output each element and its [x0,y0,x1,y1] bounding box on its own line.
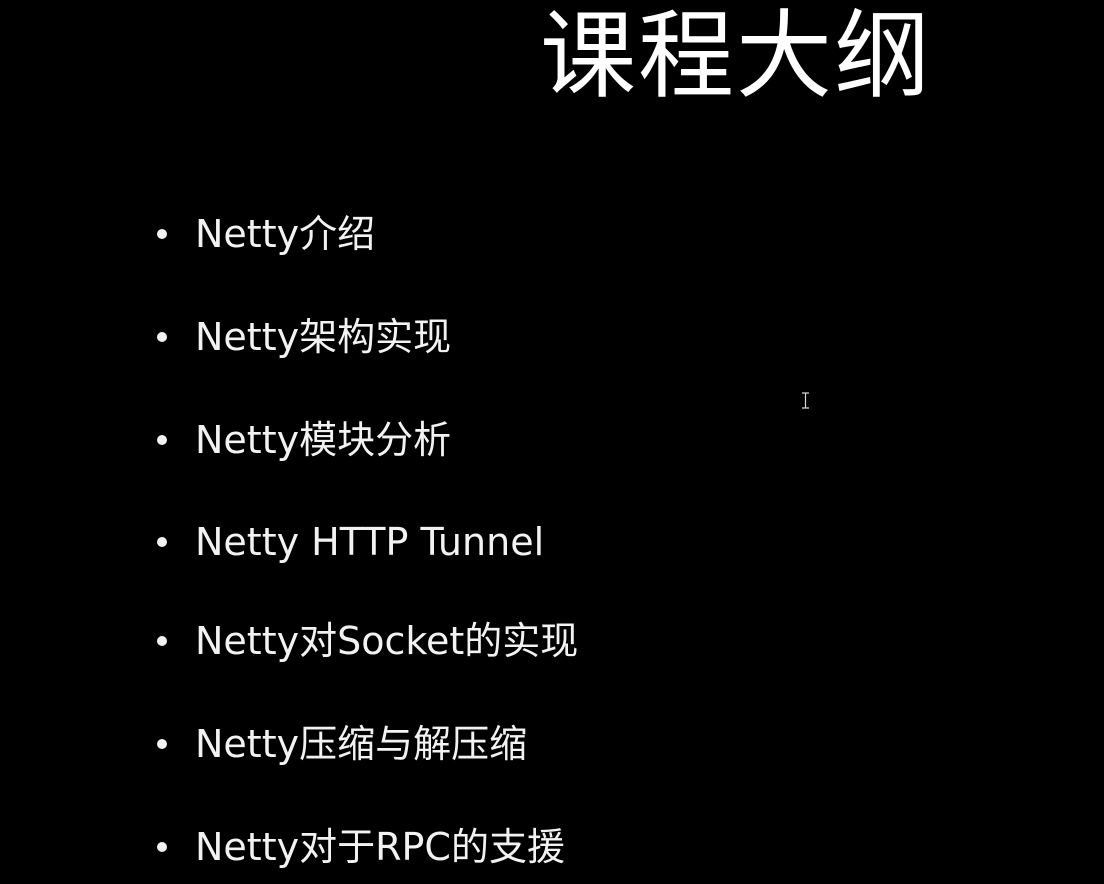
bullet-dot-icon [157,739,167,749]
bullet-text: Netty架构实现 [195,315,452,359]
bullet-dot-icon [157,435,167,445]
bullet-text: Netty对于RPC的支援 [195,825,565,869]
bullet-text: Netty对Socket的实现 [195,619,579,663]
text-cursor-icon [801,392,810,409]
bullet-item: Netty对于RPC的支援 [150,822,565,872]
bullet-item: Netty HTTP Tunnel [150,517,544,567]
bullet-dot-icon [157,332,167,342]
bullet-text: Netty压缩与解压缩 [195,722,528,766]
bullet-item: Netty架构实现 [150,312,451,362]
bullet-dot-icon [157,537,167,547]
bullet-dot-icon [157,636,167,646]
bullet-dot-icon [157,229,167,239]
bullet-text: Netty介绍 [195,212,376,256]
bullet-dot-icon [157,842,167,852]
bullet-text: Netty模块分析 [195,418,452,462]
bullet-list: Netty介绍 Netty架构实现 Netty模块分析 Netty HTTP T… [150,0,950,884]
bullet-item: Netty模块分析 [150,415,451,465]
bullet-text: Netty HTTP Tunnel [195,520,545,564]
presentation-slide: 课程大纲 Netty介绍 Netty架构实现 Netty模块分析 Netty H… [0,0,1104,884]
bullet-item: Netty介绍 [150,209,375,259]
bullet-item: Netty压缩与解压缩 [150,719,527,769]
bullet-item: Netty对Socket的实现 [150,616,578,666]
